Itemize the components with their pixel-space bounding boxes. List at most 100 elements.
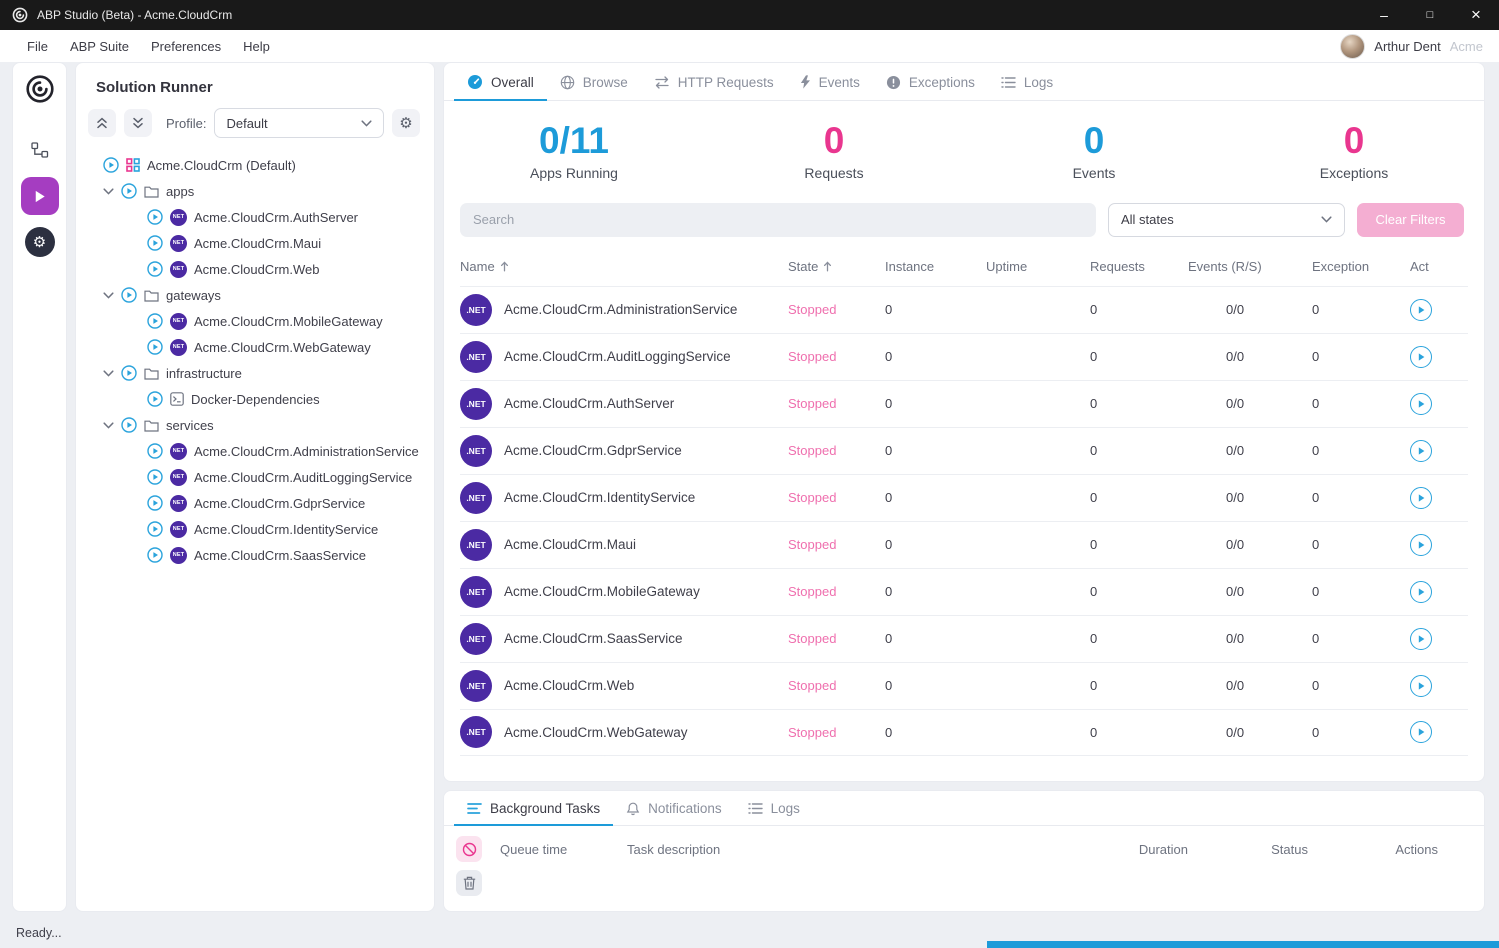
menu-file[interactable]: File [16,39,59,54]
table-row[interactable]: .NETAcme.CloudCrm.AuditLoggingServiceSto… [460,333,1468,380]
tree-item-acme-cloudcrm-saasservice[interactable]: NETAcme.CloudCrm.SaasService [76,542,434,568]
service-name: Acme.CloudCrm.SaasService [504,631,683,646]
close-button[interactable]: × [1453,0,1499,30]
tab-browse[interactable]: Browse [547,63,641,101]
start-service-button[interactable] [1410,721,1432,743]
expand-all-button[interactable] [124,109,152,137]
tree-item-apps[interactable]: apps [76,178,434,204]
tab-label: Exceptions [909,75,975,90]
table-row[interactable]: .NETAcme.CloudCrm.WebStopped000/00 [460,662,1468,709]
tree-item-infrastructure[interactable]: infrastructure [76,360,434,386]
tree-item-acme-cloudcrm-maui[interactable]: NETAcme.CloudCrm.Maui [76,230,434,256]
exceptions-cell: 0 [1312,349,1410,364]
runner-settings-button[interactable]: ⚙ [392,109,420,137]
column-header-state[interactable]: State [788,259,885,274]
column-header-instance[interactable]: Instance [885,259,986,274]
clear-tasks-button[interactable] [456,870,482,896]
settings-button[interactable]: ⚙ [21,223,59,261]
tab-logs[interactable]: Logs [988,63,1066,101]
column-header-exception[interactable]: Exception [1312,259,1410,274]
menubar: FileABP SuitePreferencesHelp Arthur Dent… [0,30,1499,62]
search-input[interactable] [460,203,1096,237]
statusbar: Ready... [0,918,1499,948]
tab-exceptions[interactable]: Exceptions [873,63,988,101]
name-cell: .NETAcme.CloudCrm.Web [460,670,788,702]
actions-cell [1410,393,1468,415]
table-row[interactable]: .NETAcme.CloudCrm.WebGatewayStopped000/0… [460,709,1468,756]
start-service-button[interactable] [1410,346,1432,368]
start-service-button[interactable] [1410,487,1432,509]
tab-logs[interactable]: Logs [735,791,813,826]
actions-cell [1410,440,1468,462]
tree-item-acme-cloudcrm-administrationservice[interactable]: NETAcme.CloudCrm.AdministrationService [76,438,434,464]
solution-explorer-button[interactable] [21,131,59,169]
tree-item-acme-cloudcrm-mobilegateway[interactable]: NETAcme.CloudCrm.MobileGateway [76,308,434,334]
actions-cell [1410,299,1468,321]
column-label: Act [1410,259,1429,274]
tree-item-acme-cloudcrm-webgateway[interactable]: NETAcme.CloudCrm.WebGateway [76,334,434,360]
tree-item-acme-cloudcrm-gdprservice[interactable]: NETAcme.CloudCrm.GdprService [76,490,434,516]
tree-item-gateways[interactable]: gateways [76,282,434,308]
play-circle-icon [103,157,119,173]
user-menu[interactable]: Arthur Dent Acme [1340,34,1483,59]
column-header-events-r-s[interactable]: Events (R/S) [1188,259,1312,274]
solution-runner-button[interactable] [21,177,59,215]
start-service-button[interactable] [1410,393,1432,415]
table-row[interactable]: .NETAcme.CloudCrm.SaasServiceStopped000/… [460,615,1468,662]
table-row[interactable]: .NETAcme.CloudCrm.MauiStopped000/00 [460,521,1468,568]
dotnet-icon: NET [170,209,187,226]
profile-select[interactable]: Default [214,108,384,138]
avatar[interactable] [1340,34,1365,59]
actions-cell [1410,675,1468,697]
column-header-name[interactable]: Name [460,259,788,274]
tree-item-acme-cloudcrm-web[interactable]: NETAcme.CloudCrm.Web [76,256,434,282]
maximize-button[interactable]: □ [1407,0,1453,30]
tab-label: Events [819,75,860,90]
exceptions-cell: 0 [1312,725,1410,740]
column-label: Events (R/S) [1188,259,1262,274]
chevron-down-icon [1321,216,1332,223]
tree-item-docker-dependencies[interactable]: Docker-Dependencies [76,386,434,412]
instance-cell: 0 [885,490,986,505]
column-header-act[interactable]: Act [1410,259,1468,274]
collapse-all-button[interactable] [88,109,116,137]
menu-abp-suite[interactable]: ABP Suite [59,39,140,54]
start-service-button[interactable] [1410,299,1432,321]
tree-item-label: Acme.CloudCrm.AdministrationService [194,444,419,459]
column-header-requests[interactable]: Requests [1090,259,1188,274]
tree-item-acme-cloudcrm-default[interactable]: Acme.CloudCrm (Default) [76,152,434,178]
column-header-uptime[interactable]: Uptime [986,259,1090,274]
start-service-button[interactable] [1410,581,1432,603]
table-row[interactable]: .NETAcme.CloudCrm.IdentityServiceStopped… [460,474,1468,521]
dotnet-icon: .NET [460,341,492,373]
table-row[interactable]: .NETAcme.CloudCrm.MobileGatewayStopped00… [460,568,1468,615]
state-filter-select[interactable]: All states [1108,203,1345,237]
start-service-button[interactable] [1410,534,1432,556]
dotnet-icon: NET [170,339,187,356]
tab-overall[interactable]: Overall [454,63,547,101]
clear-filters-button[interactable]: Clear Filters [1357,203,1464,237]
tree-item-acme-cloudcrm-authserver[interactable]: NETAcme.CloudCrm.AuthServer [76,204,434,230]
table-row[interactable]: .NETAcme.CloudCrm.AuthServerStopped000/0… [460,380,1468,427]
table-row[interactable]: .NETAcme.CloudCrm.GdprServiceStopped000/… [460,427,1468,474]
activity-rail: ⚙ [12,62,67,912]
tab-background-tasks[interactable]: Background Tasks [454,791,613,826]
tree-item-acme-cloudcrm-auditloggingservice[interactable]: NETAcme.CloudCrm.AuditLoggingService [76,464,434,490]
table-row[interactable]: .NETAcme.CloudCrm.AdministrationServiceS… [460,286,1468,333]
tree-item-label: services [166,418,214,433]
tab-http-requests[interactable]: HTTP Requests [641,63,787,101]
menu-help[interactable]: Help [232,39,281,54]
logs-icon [748,802,763,815]
start-service-button[interactable] [1410,440,1432,462]
tab-events[interactable]: Events [787,63,873,101]
start-service-button[interactable] [1410,628,1432,650]
dotnet-icon: .NET [460,576,492,608]
tree-item-services[interactable]: services [76,412,434,438]
menu-preferences[interactable]: Preferences [140,39,232,54]
minimize-button[interactable]: – [1361,0,1407,30]
tab-notifications[interactable]: Notifications [613,791,735,826]
tree-item-acme-cloudcrm-identityservice[interactable]: NETAcme.CloudCrm.IdentityService [76,516,434,542]
name-cell: .NETAcme.CloudCrm.MobileGateway [460,576,788,608]
cancel-task-button[interactable] [456,836,482,862]
start-service-button[interactable] [1410,675,1432,697]
